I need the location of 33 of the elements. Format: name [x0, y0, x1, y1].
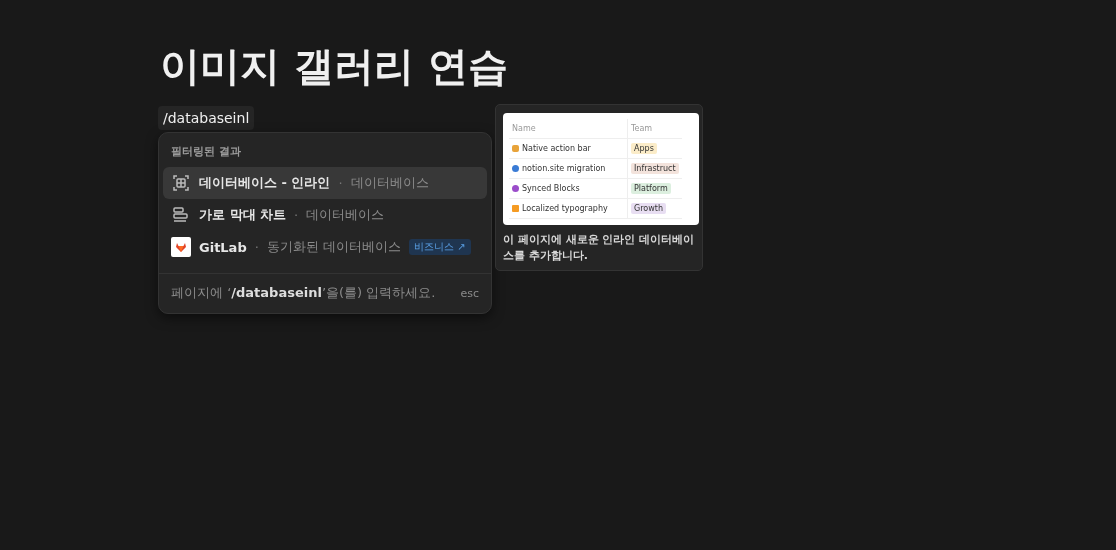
column-header: Team: [627, 119, 682, 139]
item-label: GitLab: [199, 239, 247, 255]
item-category: 데이터베이스: [306, 206, 385, 224]
table-cell: Native action bar: [509, 138, 628, 159]
table-cell: Synced Blocks: [509, 178, 628, 199]
column-header: Name: [509, 119, 628, 139]
menu-heading: 필터링된 결과: [170, 144, 242, 160]
page-title: 이미지 갤러리 연습: [159, 42, 509, 91]
menu-item[interactable]: 데이터베이스 - 인라인 · 데이터베이스: [163, 167, 487, 199]
table-cell: notion.site migration: [509, 158, 628, 179]
menu-item[interactable]: 가로 막대 차트 · 데이터베이스: [163, 199, 487, 231]
team-tag: Infrastruct: [631, 163, 679, 174]
hint-text: 페이지에 ‘/databaseinl’을(를) 입력하세요.: [171, 284, 436, 302]
plan-badge: 비즈니스 ↗: [409, 239, 471, 255]
team-tag: Apps: [631, 143, 657, 154]
bar-chart-icon: [171, 205, 191, 225]
table-cell: Localized typography: [509, 198, 628, 219]
item-category: 동기화된 데이터베이스: [266, 238, 401, 256]
item-label: 데이터베이스 - 인라인: [199, 174, 331, 192]
orb-icon: [512, 185, 519, 192]
item-label: 가로 막대 차트: [199, 206, 287, 224]
preview-description: 이 페이지에 새로운 인라인 데이터베이스를 추가합니다.: [503, 232, 696, 264]
gitlab-icon: [171, 237, 191, 257]
team-tag: Platform: [631, 183, 671, 194]
team-tag: Growth: [631, 203, 666, 214]
esc-hint: esc: [460, 286, 479, 300]
item-category: 데이터베이스: [350, 174, 429, 192]
separator-dot: ·: [254, 239, 259, 255]
menu-item[interactable]: GitLab · 동기화된 데이터베이스 비즈니스 ↗: [163, 231, 487, 263]
command-input[interactable]: /databaseinl: [158, 106, 255, 130]
separator-dot: ·: [294, 207, 299, 223]
database-icon: [171, 173, 191, 193]
separator-dot: ·: [338, 175, 343, 191]
